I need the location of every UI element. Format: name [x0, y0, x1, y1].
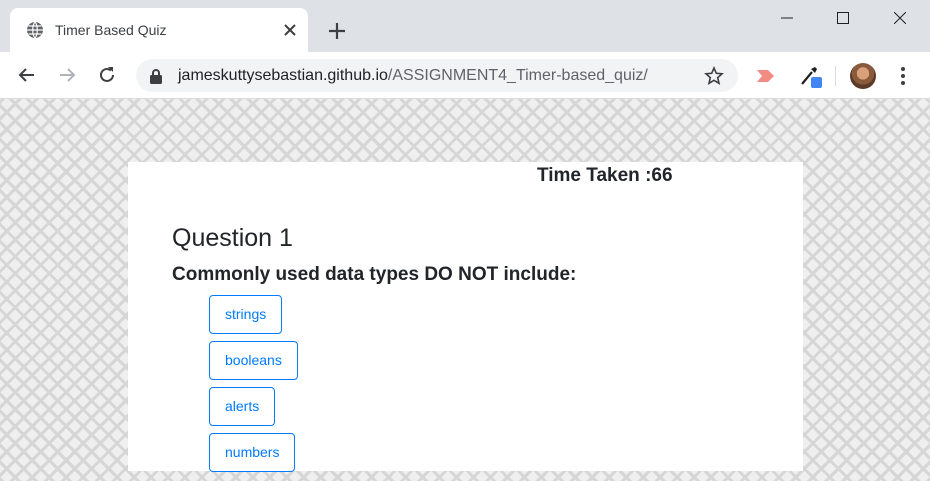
page-viewport: Time Taken :66 Question 1 Commonly used … — [0, 99, 930, 481]
lock-icon[interactable] — [149, 68, 163, 84]
minimize-icon — [781, 17, 793, 19]
maximize-icon — [837, 12, 849, 24]
toolbar-separator — [835, 66, 836, 86]
timer-display: Time Taken :66 — [537, 165, 673, 187]
answer-choices: strings booleans alerts numbers — [209, 295, 298, 479]
globe-icon — [27, 21, 43, 39]
url-path: /ASSIGNMENT4_Timer-based_quiz/ — [387, 67, 648, 84]
question-text: Commonly used data types DO NOT include: — [172, 264, 577, 285]
title-bar: Timer Based Quiz — [0, 0, 930, 52]
new-tab-icon[interactable] — [326, 20, 348, 42]
tab-title: Timer Based Quiz — [55, 22, 167, 38]
url-text[interactable]: jameskuttysebastian.github.io/ASSIGNMENT… — [178, 67, 648, 85]
choice-button-alerts[interactable]: alerts — [209, 387, 276, 426]
minimize-button[interactable] — [764, 0, 810, 36]
quiz-card: Time Taken :66 Question 1 Commonly used … — [128, 162, 803, 472]
choice-button-strings[interactable]: strings — [209, 295, 283, 334]
forward-arrow-icon[interactable] — [56, 64, 78, 86]
reload-icon[interactable] — [96, 64, 118, 86]
menu-kebab-icon[interactable] — [893, 64, 913, 88]
question-title: Question 1 — [172, 224, 293, 252]
profile-avatar[interactable] — [850, 63, 876, 89]
maximize-button[interactable] — [820, 0, 866, 36]
browser-toolbar: jameskuttysebastian.github.io/ASSIGNMENT… — [0, 52, 930, 99]
bookmark-star-icon[interactable] — [704, 66, 724, 86]
browser-tab[interactable]: Timer Based Quiz — [10, 8, 308, 52]
timer-value: 66 — [651, 165, 673, 186]
extension-arrow-icon[interactable] — [754, 64, 778, 88]
url-host: jameskuttysebastian.github.io — [178, 67, 388, 84]
close-window-button[interactable] — [877, 0, 923, 36]
close-icon — [894, 12, 906, 24]
eyedropper-extension-icon[interactable] — [798, 64, 822, 88]
timer-label: Time Taken : — [537, 165, 652, 186]
close-tab-icon[interactable] — [282, 22, 298, 38]
choice-button-booleans[interactable]: booleans — [209, 341, 298, 380]
back-arrow-icon[interactable] — [16, 64, 38, 86]
address-bar[interactable]: jameskuttysebastian.github.io/ASSIGNMENT… — [136, 59, 738, 92]
choice-button-numbers[interactable]: numbers — [209, 433, 296, 472]
